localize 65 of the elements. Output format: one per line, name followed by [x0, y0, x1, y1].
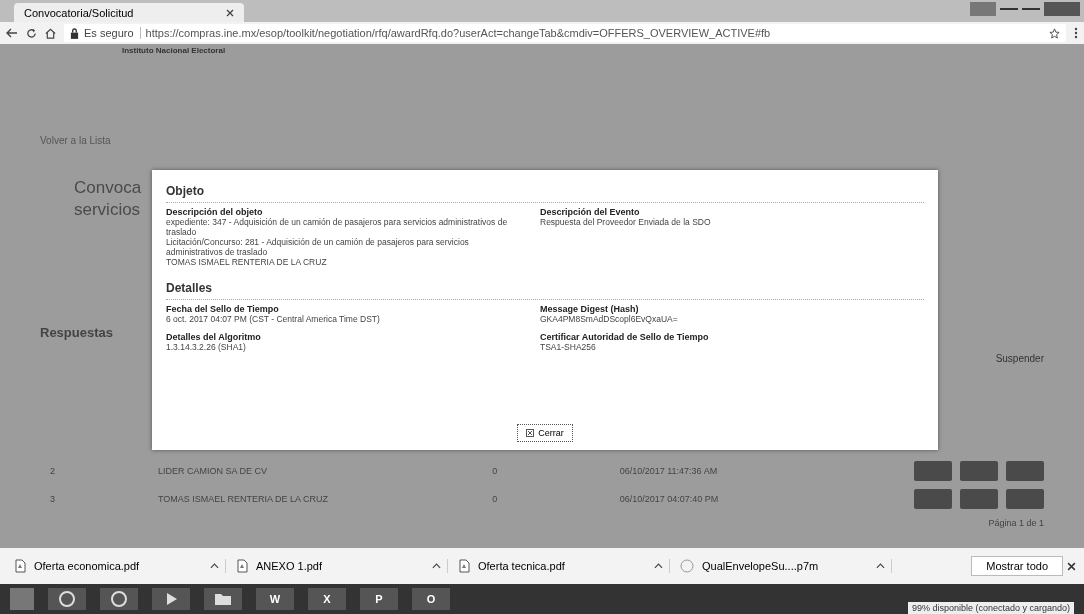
table-cell-text: 3	[49, 494, 56, 504]
table-cell-text: TOMAS ISMAEL RENTERIA DE LA CRUZ	[157, 494, 329, 504]
table-cell-text: 2	[49, 466, 56, 476]
page-title: Convoca	[74, 177, 142, 199]
suspend-button[interactable]: Suspender	[995, 353, 1044, 364]
pdf-icon	[14, 559, 26, 573]
field-value: Licitación/Concurso: 281 - Adquisición de un camión de pasajeros para servicios administrativos de traslado	[166, 237, 470, 257]
field-value: TSA1-SHA256	[540, 342, 597, 352]
lock-icon	[70, 27, 79, 39]
field-value: GKA4PM8SmAdDScopl6EvQxaUA=	[540, 314, 679, 324]
field-label: Fecha del Sello de Tiempo	[166, 304, 280, 314]
caret-icon[interactable]	[876, 563, 885, 569]
folder-icon[interactable]	[204, 588, 242, 610]
battery-status: 99% disponible (conectado y cargando)	[907, 602, 1074, 614]
section-heading: Detalles	[166, 277, 924, 300]
table-cell-text: 0	[491, 466, 499, 476]
globe-icon[interactable]	[48, 588, 86, 610]
pdf-icon	[458, 559, 470, 573]
play-icon[interactable]	[152, 588, 190, 610]
close-icon[interactable]	[1067, 561, 1076, 571]
browser-tab[interactable]: Convocatoria/Solicitud	[14, 3, 244, 22]
taskbar-app-icon[interactable]: P	[360, 588, 398, 610]
page-title: servicios	[74, 199, 142, 221]
show-all-button[interactable]: Mostrar todo	[971, 556, 1063, 576]
taskbar-app-icon[interactable]: W	[256, 588, 294, 610]
back-icon[interactable]	[6, 28, 18, 38]
start-icon[interactable]	[10, 588, 34, 610]
field-label: Message Digest (Hash)	[540, 304, 640, 314]
table-cell-text: 06/10/2017 11:47:36 AM	[619, 466, 719, 476]
table-cell-text: 06/10/2017 04:07:40 PM	[619, 494, 720, 504]
download-item[interactable]: ANEXO 1.pdf	[230, 559, 448, 573]
field-label: Descripción del objeto	[166, 207, 264, 217]
field-value: 6 oct. 2017 04:07 PM (CST - Central America Time DST)	[166, 314, 381, 324]
field-label: Detalles del Algoritmo	[166, 332, 262, 342]
table-cell-text: LIDER CAMION SA DE CV	[157, 466, 268, 476]
section-title: Respuestas	[40, 325, 113, 341]
field-label: Descripción del Evento	[540, 207, 641, 217]
download-item[interactable]: Oferta economica.pdf	[8, 559, 226, 573]
close-button[interactable]: Cerrar	[517, 424, 573, 442]
taskbar-app-icon[interactable]: X	[308, 588, 346, 610]
file-icon	[680, 559, 694, 573]
field-value: 1.3.14.3.2.26 (SHA1)	[166, 342, 247, 352]
download-item[interactable]: QualEnvelopeSu....p7m	[674, 559, 892, 573]
field-label: Certificar Autoridad de Sello de Tiempo	[540, 332, 710, 342]
field-value: expediente: 347 - Adquisición de un camión de pasajeros para servicios administrativos de traslado	[166, 217, 509, 237]
close-icon	[526, 429, 535, 437]
star-icon[interactable]	[1049, 27, 1060, 39]
home-icon[interactable]	[45, 27, 56, 39]
section-heading: Objeto	[166, 180, 924, 203]
reload-icon[interactable]	[26, 27, 37, 39]
field-value: TOMAS ISMAEL RENTERIA DE LA CRUZ	[166, 257, 328, 267]
menu-icon[interactable]	[1074, 27, 1078, 39]
pdf-icon	[236, 559, 248, 573]
field-value: Respuesta del Proveedor Enviada de la SDO	[540, 217, 712, 227]
taskbar-app-icon[interactable]: O	[412, 588, 450, 610]
globe-icon[interactable]	[100, 588, 138, 610]
caret-icon[interactable]	[210, 563, 219, 569]
close-icon[interactable]	[226, 8, 234, 17]
pagination-label: Página 1 de 1	[988, 518, 1044, 528]
organization-name: Instituto Nacional Electoral	[121, 45, 227, 55]
caret-icon[interactable]	[654, 563, 663, 569]
table-cell-text: 0	[491, 494, 499, 504]
caret-icon[interactable]	[432, 563, 441, 569]
address-bar[interactable]: Es seguro https://compras.ine.mx/esop/toolkit/negotiation/rfq/awardRfq.do?userAct=changeTab&cmdiv=OFFERS_OVERVIEW_ACTIVE#fb	[64, 24, 1066, 42]
download-item[interactable]: Oferta tecnica.pdf	[452, 559, 670, 573]
